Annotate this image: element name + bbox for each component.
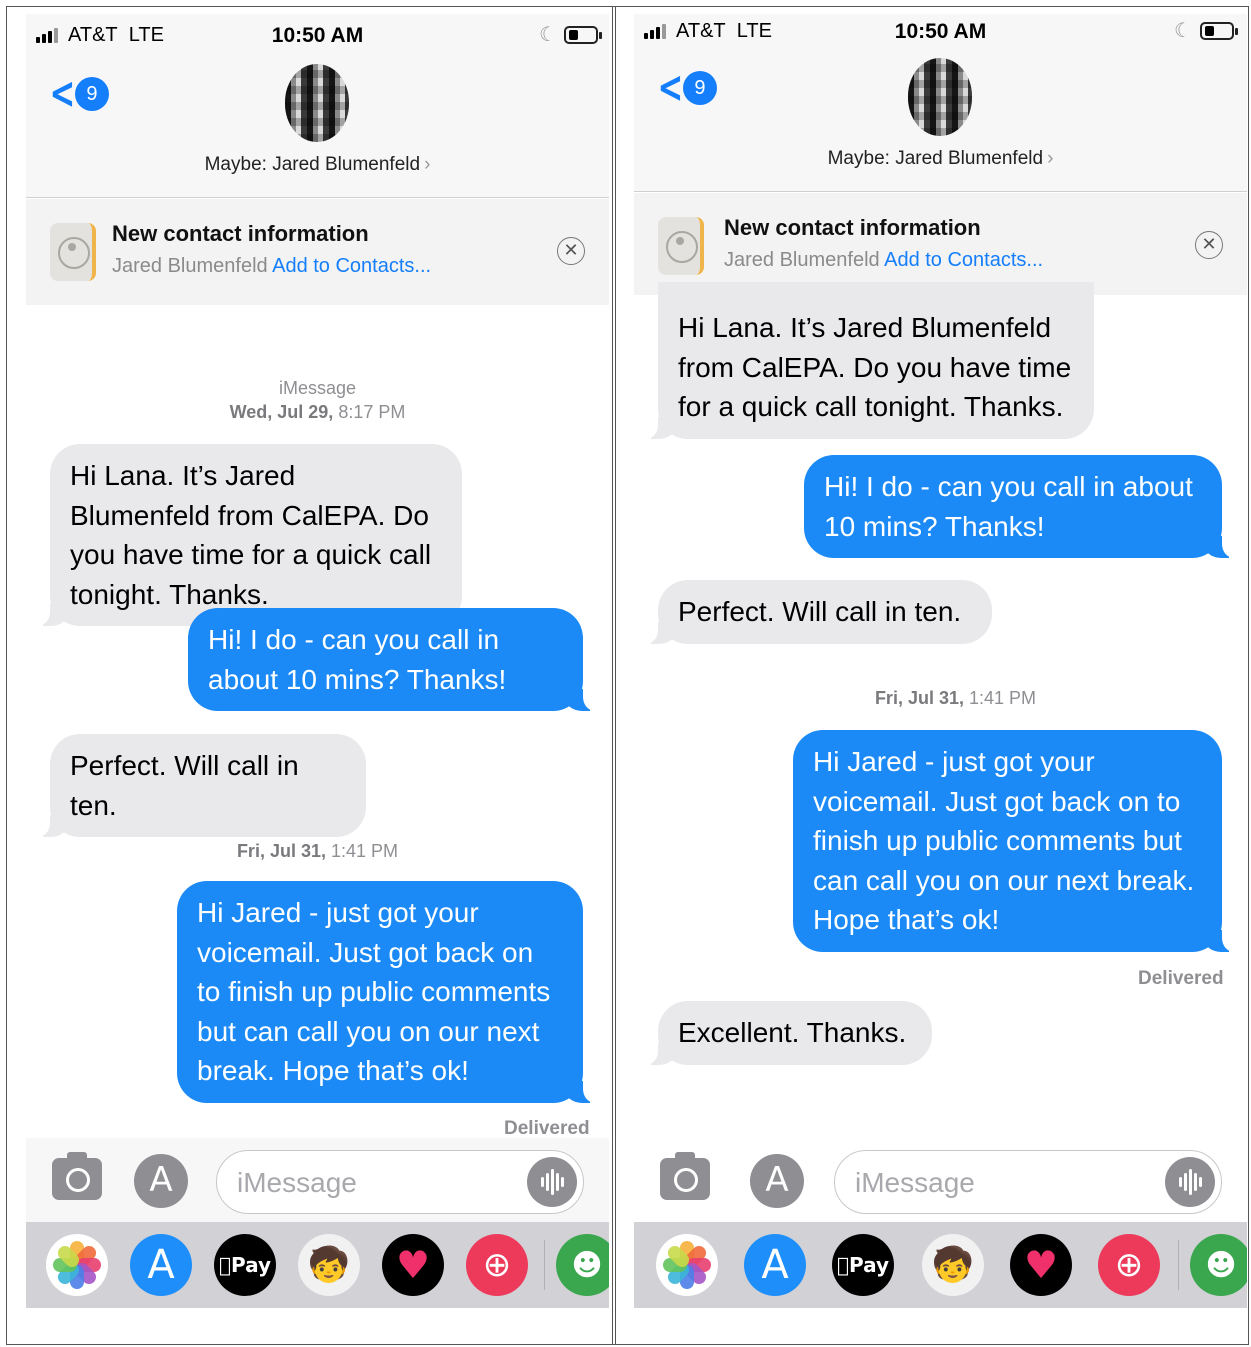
message-bubble-incoming[interactable]: Hi Lana. It’s Jared Blumenfeld from CalE… [642,282,1094,439]
message-bubble-outgoing[interactable]: Hi Jared - just got your voicemail. Just… [177,881,599,1103]
tray-divider [544,1240,545,1290]
contacts-icon [658,217,704,275]
status-time: 10:50 AM [271,24,364,47]
contacts-icon [50,223,96,281]
service-label: iMessage [278,378,357,398]
unread-badge: 9 [682,71,717,105]
photos-app-icon[interactable] [656,1234,718,1296]
battery-icon [1200,22,1238,40]
avatar[interactable] [908,58,972,136]
timestamp: Fri, Jul 31, 1:41 PM [236,841,399,861]
messages-screen-2: AT&T LTE 10:50 AM ☾ < 9 Maybe: Jared Blu… [634,14,1247,1308]
close-icon[interactable]: ✕ [557,237,585,265]
game-icon[interactable]: ☻ [556,1234,609,1296]
status-time: 10:50 AM [894,20,987,43]
conversation-header: AT&T LTE 10:50 AM ☾ < 9 Maybe: Jared Blu… [634,14,1247,192]
close-icon[interactable]: ✕ [1195,231,1223,259]
app-store-icon[interactable]: A [744,1234,806,1296]
chevron-left-icon: < [657,62,684,113]
screenshot-divider [612,6,616,1345]
do-not-disturb-icon: ☾ [539,24,557,46]
message-bubble-incoming[interactable]: Perfect. Will call in ten. [642,580,992,644]
contact-name-button[interactable]: Maybe: Jared Blumenfeld › [26,154,609,176]
message-input[interactable]: iMessage [834,1150,1222,1214]
banner-title: New contact information [112,221,369,246]
apple-pay-icon[interactable]: Pay [832,1234,894,1296]
memoji-icon[interactable]: 🧒 [298,1234,360,1296]
camera-icon[interactable] [52,1152,102,1200]
photos-app-icon[interactable] [46,1234,108,1296]
game-icon[interactable]: ☻ [1190,1234,1247,1296]
audio-message-icon[interactable] [527,1157,577,1207]
message-bubble-incoming[interactable]: Hi Lana. It’s Jared Blumenfeld from CalE… [34,444,462,626]
heart-icon[interactable]: ♥ [1010,1234,1072,1296]
do-not-disturb-icon: ☾ [1174,20,1192,42]
message-input[interactable]: iMessage [216,1150,584,1214]
camera-icon[interactable] [660,1152,710,1200]
message-bubble-outgoing[interactable]: Hi Jared - just got your voicemail. Just… [793,730,1238,952]
timestamp: Wed, Jul 29, 8:17 PM [229,402,406,422]
message-bubble-outgoing[interactable]: Hi! I do - can you call in about 10 mins… [188,608,599,711]
app-store-icon[interactable]: A [134,1154,188,1208]
conversation-header: AT&T LTE 10:50 AM ☾ < 9 Maybe: Jared Blu… [26,14,609,198]
delivered-label: Delivered [1138,968,1224,989]
banner-subtitle: Jared Blumenfeld Add to Contacts... [112,255,432,277]
chevron-right-icon: › [1047,148,1054,169]
banner-title: New contact information [724,215,981,240]
app-drawer: A Pay 🧒 ♥ ⊕ ☻ [26,1222,609,1308]
chevron-left-icon: < [49,68,76,119]
back-button[interactable]: < 9 [652,66,717,110]
unread-badge: 9 [74,77,109,111]
app-store-icon[interactable]: A [130,1234,192,1296]
status-bar: AT&T LTE 10:50 AM ☾ [26,14,609,54]
app-drawer: A Pay 🧒 ♥ ⊕ ☻ [634,1222,1247,1308]
message-bubble-outgoing[interactable]: Hi! I do - can you call in about 10 mins… [804,455,1238,558]
message-composer: A iMessage [634,1138,1247,1224]
web-search-icon[interactable]: ⊕ [1098,1234,1160,1296]
contact-name-button[interactable]: Maybe: Jared Blumenfeld › [634,148,1247,170]
message-composer: A iMessage [26,1138,609,1224]
app-store-icon[interactable]: A [750,1154,804,1208]
memoji-icon[interactable]: 🧒 [922,1234,984,1296]
web-search-icon[interactable]: ⊕ [466,1234,528,1296]
new-contact-banner: New contact information Jared Blumenfeld… [634,193,1247,295]
heart-icon[interactable]: ♥ [382,1234,444,1296]
back-button[interactable]: < 9 [44,72,109,116]
new-contact-banner: New contact information Jared Blumenfeld… [26,199,609,305]
audio-message-icon[interactable] [1165,1157,1215,1207]
apple-pay-icon[interactable]: Pay [214,1234,276,1296]
tray-divider [1178,1240,1179,1290]
add-to-contacts-link[interactable]: Add to Contacts... [272,255,431,277]
message-bubble-incoming[interactable]: Excellent. Thanks. [642,1001,932,1065]
timestamp: Fri, Jul 31, 1:41 PM [874,688,1037,708]
battery-icon [564,26,602,44]
avatar[interactable] [285,64,349,142]
message-bubble-incoming[interactable]: Perfect. Will call in ten. [34,734,366,837]
add-to-contacts-link[interactable]: Add to Contacts... [884,249,1043,271]
status-bar: AT&T LTE 10:50 AM ☾ [634,14,1247,50]
chevron-right-icon: › [424,154,431,175]
delivered-label: Delivered [504,1118,590,1139]
messages-screen-1: AT&T LTE 10:50 AM ☾ < 9 Maybe: Jared Blu… [26,14,609,1308]
banner-subtitle: Jared Blumenfeld Add to Contacts... [724,249,1044,271]
